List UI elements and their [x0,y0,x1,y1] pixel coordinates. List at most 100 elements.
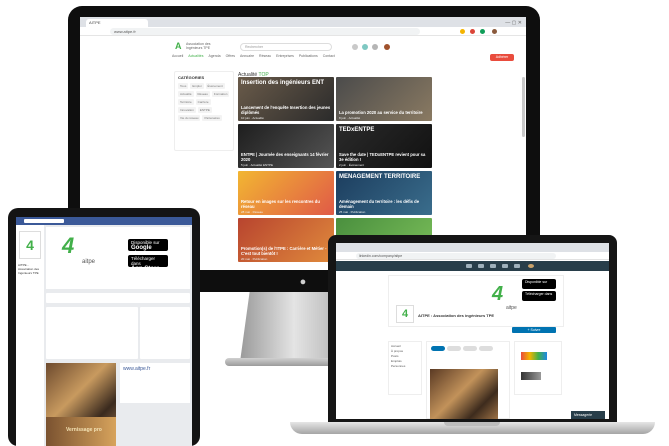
site-logo-text: Association des Ingénieurs TPE [186,42,211,50]
aitpe-logo-icon: 4 [492,283,504,305]
user-avatar[interactable] [384,44,390,50]
category-tag[interactable]: Territoire [178,99,194,105]
browser-tab-strip: AITPE — ▢ ✕ [80,17,526,27]
nav-item[interactable]: Agenda [208,54,220,62]
jobs-icon[interactable] [490,264,496,268]
address-bar[interactable]: www.aitpe.fr [110,28,420,35]
website-link[interactable]: www.aitpe.fr [120,363,190,375]
partner-logo[interactable] [521,372,541,380]
card-meta: 20 mai · Publication [241,257,268,261]
nav-item[interactable]: Offres [226,54,235,62]
badge-small-text: Disponible sur [525,280,548,284]
notifications-icon[interactable] [514,264,520,268]
nav-item[interactable]: Annuaire [240,54,254,62]
network-icon[interactable] [478,264,484,268]
page-community-card [140,307,190,359]
category-tag[interactable]: Événement [205,83,225,89]
category-tag[interactable]: Formation [211,91,230,97]
post-photo[interactable] [430,369,498,419]
nav-item[interactable]: Accueil [172,54,183,62]
partner-logo[interactable] [521,352,547,360]
linkedin-top-nav [336,261,609,271]
brand-text: aitpe [506,305,517,311]
join-button[interactable]: Adhérer [490,54,514,61]
category-tags: Tous Emploi Événement Actualité Réseau F… [178,83,230,121]
card-headline: Insertion des ingénieurs ENT [241,80,325,86]
scrollbar[interactable] [522,77,525,137]
company-right-rail [514,341,562,395]
card-caption: Aménagement du territoire : les défis de… [339,199,420,209]
extension-icon[interactable] [460,29,465,34]
category-tag[interactable]: Tous [178,83,189,89]
messaging-icon[interactable] [502,264,508,268]
search-input[interactable] [24,219,64,223]
page-profile-picture[interactable]: 4 [19,231,41,259]
news-card[interactable]: Retour en images sur les rencontres du r… [238,171,334,215]
app-store-badge[interactable]: Télécharger dans [522,291,556,301]
extension-icon[interactable] [470,29,475,34]
category-tag[interactable]: Partenaires [202,115,222,121]
messaging-bar[interactable]: Messagerie [571,411,605,419]
category-tag[interactable]: Innovation [178,107,196,113]
category-tag[interactable]: ENTPE [197,107,212,113]
news-card[interactable]: Promotion(s) de l'ITPE : Carrière et Mét… [238,218,334,262]
sidebar-title: CATÉGORIES [178,75,205,80]
nav-item[interactable]: Contact [323,54,335,62]
google-play-badge[interactable]: Disponible sur Google play [128,239,168,257]
feed-filter[interactable] [431,346,445,351]
news-card[interactable]: La promotion 2020 au service du territoi… [336,77,432,121]
card-caption: Save the date | TEDxENTPE revient pour s… [339,152,426,162]
category-tag[interactable]: Vie du réseau [178,115,201,121]
card-caption: ENTPE | Journée des enseignants 14 févri… [241,152,329,162]
category-tag[interactable]: Carrière [195,99,211,105]
app-store-badge[interactable]: Télécharger dans App Store [128,255,168,272]
page-website-card: www.aitpe.fr [120,363,190,403]
aitpe-logo-icon[interactable]: A [175,41,183,51]
notification-icon[interactable] [352,44,358,50]
category-tag[interactable]: Réseau [195,91,210,97]
company-sidebar: Accueil À propos Posts Emplois Personnes [388,341,422,395]
category-sidebar: CATÉGORIES Tous Emploi Événement Actuali… [174,71,234,151]
news-card[interactable]: ENTPE | Journée des enseignants 14 févri… [238,124,334,168]
brand-text: aitpe [82,259,96,265]
page-sidebar: 4 AITPE - Association des Ingénieurs TPE [16,225,44,446]
search-input[interactable]: Rechercher [240,43,332,51]
card-caption: La promotion 2020 au service du territoi… [339,110,423,115]
nav-item[interactable]: Actualités [188,54,203,62]
card-meta: 10 juin · Actualité [241,116,264,120]
news-card[interactable]: Insertion des ingénieurs ENT Lancement de… [238,77,334,121]
feed-filter[interactable] [463,346,477,351]
feed-filter[interactable] [447,346,461,351]
card-caption: Lancement de l'enquête Insertion des jeu… [241,105,331,115]
window-controls[interactable]: — ▢ ✕ [505,20,522,26]
category-tag[interactable]: Emploi [190,83,204,89]
feed-filter[interactable] [479,346,493,351]
laptop-screen: linkedin.com/company/aitpe 4 aitpe Dispo… [336,243,609,419]
browser-tab[interactable]: AITPE [86,19,148,27]
settings-icon[interactable] [372,44,378,50]
address-bar[interactable]: linkedin.com/company/aitpe [356,253,556,259]
company-logo[interactable]: 4 [396,305,414,323]
nav-item[interactable]: Entreprises [276,54,294,62]
follow-button[interactable]: + Suivre [512,327,556,333]
laptop-notch [444,422,500,426]
photo-caption: Vernissage pro [66,427,102,433]
nav-item[interactable]: Publications [299,54,318,62]
news-card[interactable]: TEDxENTPE Save the date | TEDxENTPE revie… [336,124,432,168]
apple-logo-icon: ● [299,276,307,288]
browser-tab-strip [336,243,609,252]
home-icon[interactable] [466,264,472,268]
category-tag[interactable]: Actualité [178,91,194,97]
card-meta: 5 juin · Actualité ENTPE [241,163,274,167]
profile-avatar[interactable] [492,29,497,34]
profile-avatar[interactable] [528,264,534,268]
news-card[interactable]: MENAGEMENT TERRITOIRE Aménagement du terr… [336,171,432,215]
google-play-badge[interactable]: Disponible sur [522,279,556,289]
card-headline: MENAGEMENT TERRITOIRE [339,174,421,180]
message-icon[interactable] [362,44,368,50]
extension-icon[interactable] [480,29,485,34]
nav-item[interactable]: Réseau [259,54,271,62]
sidebar-link[interactable]: Personnes [391,364,419,369]
card-meta: 8 juin · Actualité [339,116,361,120]
card-meta: 2 juin · Événement [339,163,365,167]
